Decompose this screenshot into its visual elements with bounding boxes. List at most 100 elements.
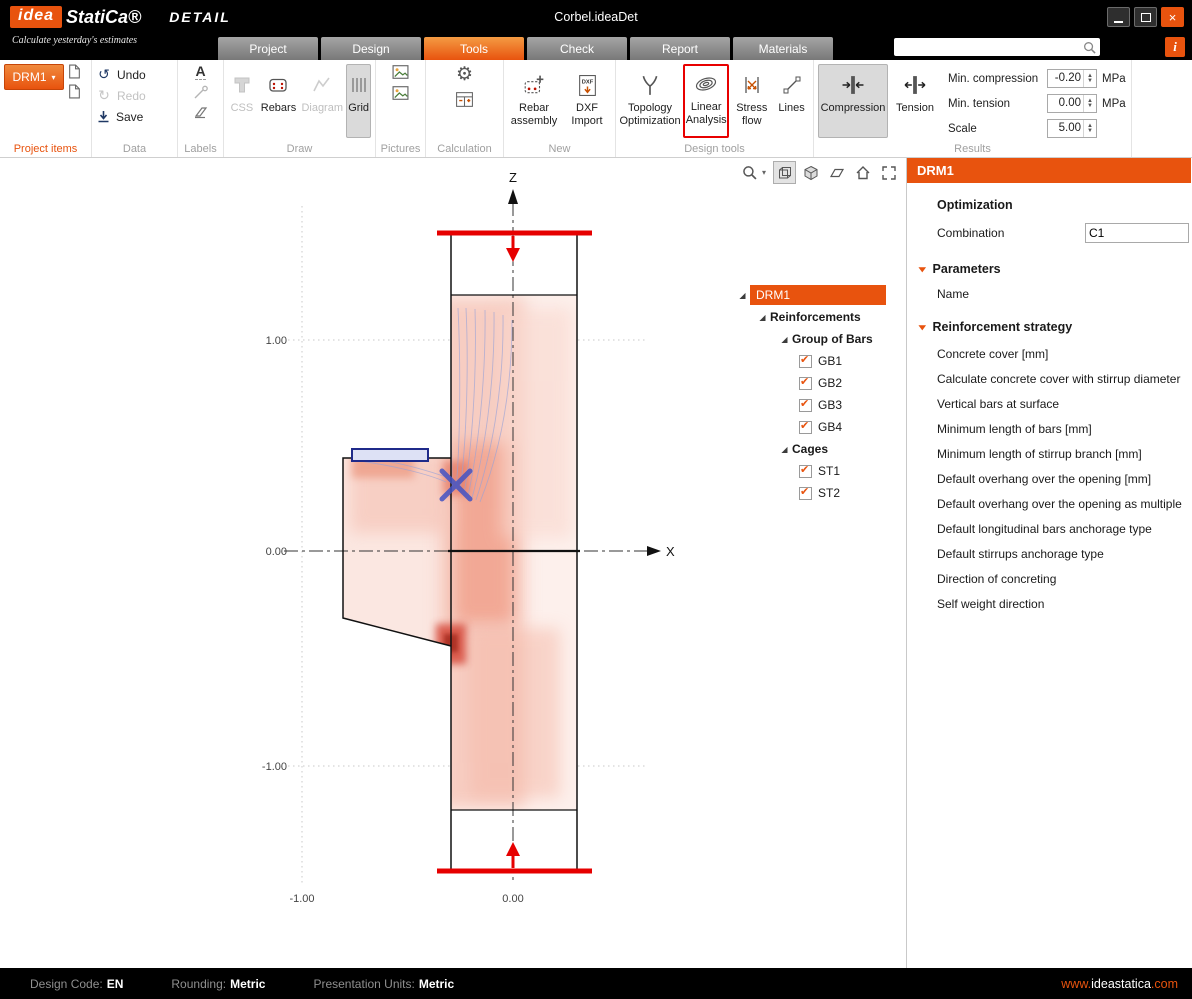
group-label-new: New — [504, 143, 615, 155]
picture-gallery-icon[interactable] — [391, 85, 410, 101]
copy-item-icon[interactable] — [67, 84, 82, 99]
tree-item-st1[interactable]: ST1 — [799, 460, 886, 482]
compression-label: Compression — [821, 102, 886, 115]
expander-icon[interactable]: ◢ — [755, 313, 770, 322]
eraser-icon[interactable] — [193, 105, 209, 119]
ribbon-group-new: Rebar assembly DXF DXF Import New — [504, 60, 616, 157]
tree-item-gb4[interactable]: GB4 — [799, 416, 886, 438]
rebars-button[interactable]: Rebars — [259, 64, 298, 138]
tension-label: Tension — [896, 102, 934, 115]
strategy-row: Calculate concrete cover with stirrup di… — [937, 372, 1191, 386]
rounding-label: Rounding: — [171, 977, 226, 991]
tab-project[interactable]: Project — [218, 37, 318, 60]
tree-root-label[interactable]: DRM1 — [750, 285, 886, 305]
min-compression-input[interactable]: -0.20 ▲▼ — [1047, 69, 1097, 88]
tree-node-drm1[interactable]: ◢ DRM1 — [735, 284, 886, 306]
tab-report[interactable]: Report — [630, 37, 730, 60]
scale-spinner[interactable]: ▲▼ — [1083, 120, 1096, 137]
strategy-row: Minimum length of stirrup branch [mm] — [937, 447, 1191, 461]
search-input[interactable] — [894, 40, 1083, 54]
tree-item-gb3[interactable]: GB3 — [799, 394, 886, 416]
plane-view-button[interactable] — [825, 161, 848, 184]
min-compression-spinner[interactable]: ▲▼ — [1083, 70, 1096, 87]
combination-input[interactable] — [1085, 223, 1189, 243]
checkbox-checked[interactable] — [799, 421, 812, 434]
tree-item-st2[interactable]: ST2 — [799, 482, 886, 504]
linear-analysis-label: Linear Analysis — [685, 101, 727, 126]
tension-button[interactable]: Tension — [891, 64, 939, 138]
calculation-settings-icon[interactable] — [455, 91, 474, 108]
zoom-tool-button[interactable] — [738, 161, 761, 184]
group-label-results: Results — [814, 143, 1131, 155]
checkbox-checked[interactable] — [799, 465, 812, 478]
bottom-load-arrow — [506, 842, 520, 856]
checkbox-checked[interactable] — [799, 487, 812, 500]
tab-design[interactable]: Design — [321, 37, 421, 60]
save-button[interactable]: Save — [96, 106, 173, 127]
strategy-row: Default longitudinal bars anchorage type — [937, 522, 1191, 536]
zoom-dropdown-icon[interactable]: ▾ — [762, 168, 766, 177]
css-label: CSS — [231, 102, 254, 115]
linear-analysis-button[interactable]: Linear Analysis — [683, 64, 729, 138]
minimize-button[interactable] — [1107, 7, 1130, 27]
wireframe-view-button[interactable] — [773, 161, 796, 184]
dxf-import-button[interactable]: DXF DXF Import — [563, 64, 611, 138]
tree-item-gb2[interactable]: GB2 — [799, 372, 886, 394]
reinforcements-label: Reinforcements — [770, 310, 861, 324]
grid-button[interactable]: Grid — [346, 64, 371, 138]
min-tension-input[interactable]: 0.00 ▲▼ — [1047, 94, 1097, 113]
reinforcement-strategy-section-header[interactable]: ▾ Reinforcement strategy — [920, 320, 1191, 334]
compression-button[interactable]: Compression — [818, 64, 888, 138]
group-label-pictures: Pictures — [376, 143, 425, 155]
close-button[interactable]: × — [1161, 7, 1184, 27]
picture-export-icon[interactable] — [391, 64, 410, 80]
tree-node-cages[interactable]: ◢ Cages — [777, 438, 886, 460]
tab-tools[interactable]: Tools — [424, 37, 524, 60]
website-link[interactable]: www.ideastatica.com — [1061, 977, 1178, 991]
web-name: ideastatica — [1091, 977, 1151, 991]
lines-button[interactable]: Lines — [774, 64, 809, 138]
tree-item-gb1[interactable]: GB1 — [799, 350, 886, 372]
home-icon — [855, 165, 871, 181]
checkbox-checked[interactable] — [799, 355, 812, 368]
tree-node-reinforcements[interactable]: ◢ Reinforcements — [755, 306, 886, 328]
solver-settings-gear-icon[interactable]: ⚙ — [456, 64, 473, 86]
project-item-selector[interactable]: DRM1 ▾ — [4, 64, 64, 90]
info-icon: i — [1173, 39, 1177, 55]
new-item-icon[interactable] — [67, 64, 82, 79]
zoom-extents-button[interactable] — [877, 161, 900, 184]
model-canvas[interactable]: Z X — [0, 158, 906, 968]
x-axis-arrow — [647, 546, 661, 556]
solid-view-button[interactable] — [799, 161, 822, 184]
spin-down-icon: ▼ — [1087, 79, 1093, 84]
minimize-icon — [1114, 21, 1123, 23]
leader-label-icon[interactable] — [193, 85, 209, 100]
tab-materials[interactable]: Materials — [733, 37, 833, 60]
text-label-icon[interactable]: A — [195, 64, 205, 80]
expander-icon[interactable]: ◢ — [735, 291, 750, 300]
title-bar: idea StatiCa® DETAIL Corbel.ideaDet × — [0, 0, 1192, 34]
expander-icon[interactable]: ◢ — [777, 445, 792, 454]
redo-button: ↻Redo — [96, 85, 173, 106]
strategy-row: Default overhang over the opening [mm] — [937, 472, 1191, 486]
maximize-button[interactable] — [1134, 7, 1157, 27]
structural-model[interactable]: Z X — [0, 158, 906, 968]
combination-row: Combination — [937, 223, 1189, 243]
tab-check[interactable]: Check — [527, 37, 627, 60]
checkbox-checked[interactable] — [799, 399, 812, 412]
home-view-button[interactable] — [851, 161, 874, 184]
tree-node-group-of-bars[interactable]: ◢ Group of Bars — [777, 328, 886, 350]
checkbox-checked[interactable] — [799, 377, 812, 390]
entity-tree: ◢ DRM1 ◢ Reinforcements ◢ Group of Bars … — [735, 284, 886, 504]
info-button[interactable]: i — [1165, 37, 1185, 57]
undo-button[interactable]: ↺Undo — [96, 64, 173, 85]
stress-flow-button[interactable]: Stress flow — [732, 64, 771, 138]
properties-panel: DRM1 Optimization Combination ▾ Paramete… — [906, 158, 1191, 968]
parameters-section-header[interactable]: ▾ Parameters — [920, 262, 1191, 276]
rebar-assembly-button[interactable]: Rebar assembly — [508, 64, 560, 138]
expander-icon[interactable]: ◢ — [777, 335, 792, 344]
min-tension-spinner[interactable]: ▲▼ — [1083, 95, 1096, 112]
rounding-value: Metric — [230, 977, 265, 991]
scale-input[interactable]: 5.00 ▲▼ — [1047, 119, 1097, 138]
topology-optimization-button[interactable]: Topology Optimization — [620, 64, 680, 138]
